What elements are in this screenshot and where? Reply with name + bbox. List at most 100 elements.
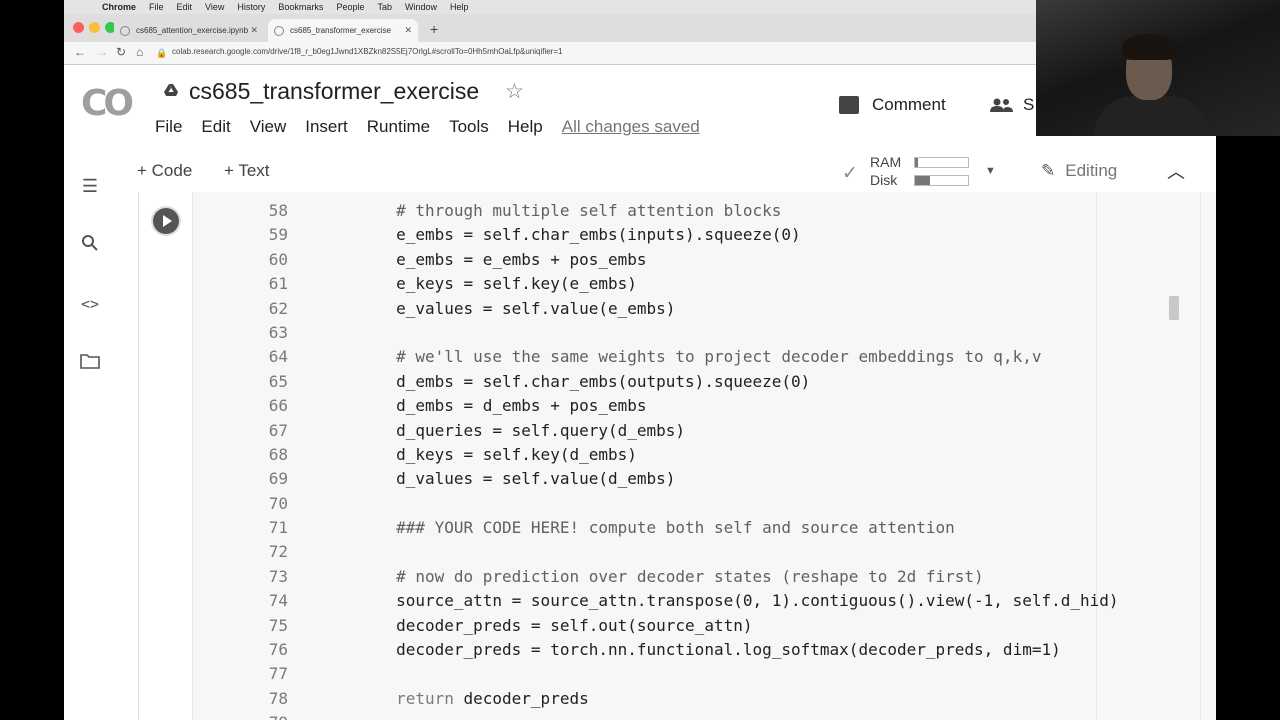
line-number: 62 bbox=[268, 298, 288, 318]
menu-insert[interactable]: Insert bbox=[305, 117, 348, 137]
menubar-edit[interactable]: Edit bbox=[177, 2, 193, 12]
url-field[interactable]: colab.research.google.com/drive/1f8_r_b0… bbox=[172, 47, 562, 56]
menubar-app-name[interactable]: Chrome bbox=[102, 2, 136, 12]
code-text: e_keys = self.key(e_embs) bbox=[319, 274, 637, 294]
add-code-button[interactable]: + Code bbox=[137, 161, 192, 181]
menu-help[interactable]: Help bbox=[508, 117, 543, 137]
search-icon[interactable] bbox=[79, 234, 101, 256]
menu-edit[interactable]: Edit bbox=[201, 117, 230, 137]
disk-label: Disk bbox=[870, 172, 898, 188]
code-snippets-icon[interactable]: <> bbox=[79, 293, 101, 315]
menubar-view[interactable]: View bbox=[205, 2, 224, 12]
line-number: 73 bbox=[268, 566, 288, 586]
code-line[interactable]: 70 bbox=[192, 492, 1216, 516]
code-line[interactable]: 69 d_values = self.value(d_embs) bbox=[192, 467, 1216, 491]
menu-tools[interactable]: Tools bbox=[449, 117, 489, 137]
colab-logo[interactable]: CO bbox=[81, 84, 141, 124]
code-line[interactable]: 58 # through multiple self attention blo… bbox=[192, 199, 1216, 223]
code-line[interactable]: 68 d_keys = self.key(d_embs) bbox=[192, 443, 1216, 467]
colab-logo-text: CO bbox=[81, 83, 134, 124]
code-line[interactable]: 67 d_queries = self.query(d_embs) bbox=[192, 419, 1216, 443]
menubar-people[interactable]: People bbox=[336, 2, 364, 12]
comment-button[interactable]: Comment bbox=[839, 95, 946, 115]
code-line[interactable]: 59 e_embs = self.char_embs(inputs).squee… bbox=[192, 223, 1216, 247]
line-number: 77 bbox=[268, 664, 288, 684]
menu-view[interactable]: View bbox=[250, 117, 287, 137]
share-label: S bbox=[1023, 95, 1035, 114]
colab-menu-bar: File Edit View Insert Runtime Tools Help… bbox=[155, 117, 719, 137]
chevron-down-icon[interactable]: ▼ bbox=[985, 165, 996, 177]
menubar-help[interactable]: Help bbox=[450, 2, 469, 12]
home-icon[interactable]: ⌂ bbox=[136, 45, 143, 59]
line-number: 76 bbox=[268, 640, 288, 660]
google-drive-icon bbox=[164, 84, 178, 96]
code-line[interactable]: 76 decoder_preds = torch.nn.functional.l… bbox=[192, 638, 1216, 662]
menubar-tab[interactable]: Tab bbox=[377, 2, 392, 12]
comment-icon bbox=[839, 96, 859, 114]
comment-label: Comment bbox=[872, 95, 946, 114]
close-tab-icon[interactable]: ✕ bbox=[250, 25, 258, 36]
code-line[interactable]: 74 source_attn = source_attn.transpose(0… bbox=[192, 589, 1216, 613]
code-text: # now do prediction over decoder states … bbox=[319, 566, 984, 586]
tab-label: cs685_transformer_exercise bbox=[290, 26, 391, 35]
line-number: 65 bbox=[268, 371, 288, 391]
code-line[interactable]: 73 # now do prediction over decoder stat… bbox=[192, 565, 1216, 589]
run-cell-button[interactable] bbox=[153, 208, 179, 234]
line-number: 72 bbox=[268, 542, 288, 562]
code-line[interactable]: 78 return decoder_preds bbox=[192, 687, 1216, 711]
code-line[interactable]: 75 decoder_preds = self.out(source_attn) bbox=[192, 614, 1216, 638]
code-line[interactable]: 71 ### YOUR CODE HERE! compute both self… bbox=[192, 516, 1216, 540]
browser-tab-transformer[interactable]: cs685_transformer_exercise ✕ bbox=[268, 19, 418, 42]
folder-icon[interactable] bbox=[79, 352, 101, 374]
menubar-history[interactable]: History bbox=[237, 2, 265, 12]
colab-favicon-icon bbox=[274, 25, 284, 36]
code-line[interactable]: 77 bbox=[192, 662, 1216, 686]
editing-mode-button[interactable]: ✎ Editing bbox=[1041, 161, 1117, 181]
add-text-button[interactable]: + Text bbox=[224, 161, 270, 181]
chevron-up-icon[interactable]: ︿ bbox=[1167, 158, 1185, 184]
reload-icon[interactable]: ↻ bbox=[116, 45, 126, 59]
close-window-icon[interactable] bbox=[73, 22, 84, 33]
menubar-window[interactable]: Window bbox=[405, 2, 437, 12]
table-of-contents-icon[interactable]: ☰ bbox=[79, 175, 101, 197]
notebook-title[interactable]: cs685_transformer_exercise bbox=[189, 78, 479, 105]
code-line[interactable]: 65 d_embs = self.char_embs(outputs).sque… bbox=[192, 370, 1216, 394]
code-line[interactable]: 64 # we'll use the same weights to proje… bbox=[192, 345, 1216, 369]
disk-usage-bar bbox=[914, 175, 969, 186]
code-text: d_values = self.value(d_embs) bbox=[319, 469, 676, 489]
code-line[interactable]: 66 d_embs = d_embs + pos_embs bbox=[192, 394, 1216, 418]
share-button[interactable]: S bbox=[989, 95, 1034, 115]
line-number: 66 bbox=[268, 396, 288, 416]
code-line[interactable]: 72 bbox=[192, 540, 1216, 564]
line-number: 71 bbox=[268, 518, 288, 538]
apple-icon[interactable] bbox=[78, 2, 92, 12]
code-text: # through multiple self attention blocks bbox=[319, 201, 782, 220]
save-status-link[interactable]: All changes saved bbox=[562, 117, 700, 137]
code-line[interactable]: 79 bbox=[192, 711, 1216, 720]
star-icon[interactable]: ☆ bbox=[505, 79, 524, 104]
pencil-icon: ✎ bbox=[1041, 161, 1056, 180]
back-arrow-icon[interactable]: ← bbox=[74, 45, 86, 59]
ram-disk-indicator[interactable]: ✓ RAM Disk ▼ bbox=[842, 153, 1042, 191]
menubar-bookmarks[interactable]: Bookmarks bbox=[278, 2, 323, 12]
code-text: ### YOUR CODE HERE! compute both self an… bbox=[319, 518, 955, 538]
code-line[interactable]: 60 e_embs = e_embs + pos_embs bbox=[192, 248, 1216, 272]
line-number: 59 bbox=[268, 225, 288, 245]
forward-arrow-icon[interactable]: → bbox=[96, 45, 108, 59]
close-tab-icon[interactable]: ✕ bbox=[404, 25, 412, 36]
menu-runtime[interactable]: Runtime bbox=[367, 117, 430, 137]
browser-tab-attention[interactable]: cs685_attention_exercise.ipynb ✕ bbox=[114, 19, 264, 42]
tab-label: cs685_attention_exercise.ipynb bbox=[136, 26, 249, 35]
new-tab-icon[interactable]: + bbox=[430, 21, 438, 37]
code-line[interactable]: 61 e_keys = self.key(e_embs) bbox=[192, 272, 1216, 296]
sidebar-divider bbox=[138, 192, 139, 720]
code-line[interactable]: 62 e_values = self.value(e_embs) bbox=[192, 297, 1216, 321]
presenter-hair bbox=[1122, 34, 1176, 60]
menubar-file[interactable]: File bbox=[149, 2, 164, 12]
webcam-overlay bbox=[1036, 0, 1280, 136]
minimize-window-icon[interactable] bbox=[89, 22, 100, 33]
menu-file[interactable]: File bbox=[155, 117, 182, 137]
line-number: 61 bbox=[268, 274, 288, 294]
code-line[interactable]: 63 bbox=[192, 321, 1216, 345]
code-editor[interactable]: 58 # through multiple self attention blo… bbox=[192, 199, 1216, 720]
